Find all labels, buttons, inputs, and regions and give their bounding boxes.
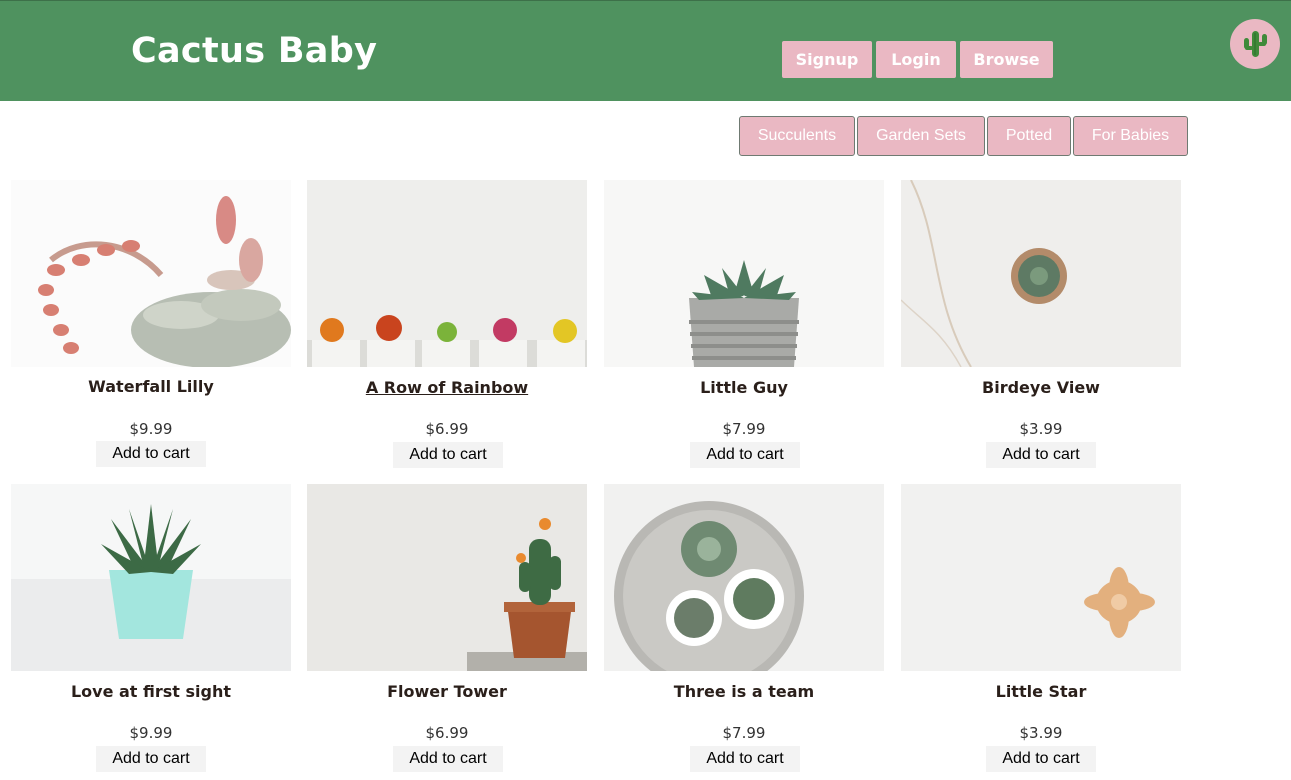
product-title[interactable]: Flower Tower [307, 682, 587, 701]
brand-title[interactable]: Cactus Baby [131, 31, 377, 71]
product-title[interactable]: A Row of Rainbow [307, 378, 587, 397]
category-garden-sets[interactable]: Garden Sets [857, 116, 985, 156]
product-title[interactable]: Three is a team [604, 682, 884, 701]
product-image[interactable] [11, 180, 291, 367]
product-title[interactable]: Birdeye View [901, 378, 1181, 397]
product-image[interactable] [307, 484, 587, 671]
signup-button[interactable]: Signup [782, 41, 872, 78]
product-title[interactable]: Little Star [901, 682, 1181, 701]
product-title[interactable]: Waterfall Lilly [11, 377, 291, 396]
product-title[interactable]: Little Guy [604, 378, 884, 397]
product-image[interactable] [307, 180, 587, 367]
product-image[interactable] [901, 484, 1181, 671]
product-image[interactable] [604, 484, 884, 671]
browse-button[interactable]: Browse [960, 41, 1053, 78]
product-image[interactable] [604, 180, 884, 367]
login-button[interactable]: Login [876, 41, 956, 78]
product-price: $7.99 [722, 420, 766, 438]
top-nav: Signup Login Browse [782, 41, 1053, 78]
product-price: $6.99 [425, 724, 469, 742]
site-header: Cactus Baby Signup Login Browse [0, 0, 1291, 101]
category-potted[interactable]: Potted [987, 116, 1071, 156]
add-to-cart-button[interactable]: Add to cart [690, 746, 800, 772]
category-succulents[interactable]: Succulents [739, 116, 855, 156]
product-price: $9.99 [129, 724, 173, 742]
category-bar: Succulents Garden Sets Potted For Babies [739, 116, 1188, 156]
product-price: $6.99 [425, 420, 469, 438]
product-image[interactable] [11, 484, 291, 671]
add-to-cart-button[interactable]: Add to cart [986, 746, 1096, 772]
add-to-cart-button[interactable]: Add to cart [96, 746, 206, 772]
product-image[interactable] [901, 180, 1181, 367]
add-to-cart-button[interactable]: Add to cart [393, 442, 503, 468]
cactus-icon [1244, 31, 1267, 57]
product-price: $7.99 [722, 724, 766, 742]
add-to-cart-button[interactable]: Add to cart [96, 441, 206, 467]
add-to-cart-button[interactable]: Add to cart [393, 746, 503, 772]
product-title[interactable]: Love at first sight [11, 682, 291, 701]
category-for-babies[interactable]: For Babies [1073, 116, 1188, 156]
product-price: $3.99 [1019, 724, 1063, 742]
avatar[interactable] [1230, 19, 1280, 69]
add-to-cart-button[interactable]: Add to cart [986, 442, 1096, 468]
product-price: $3.99 [1019, 420, 1063, 438]
add-to-cart-button[interactable]: Add to cart [690, 442, 800, 468]
product-price: $9.99 [129, 420, 173, 438]
